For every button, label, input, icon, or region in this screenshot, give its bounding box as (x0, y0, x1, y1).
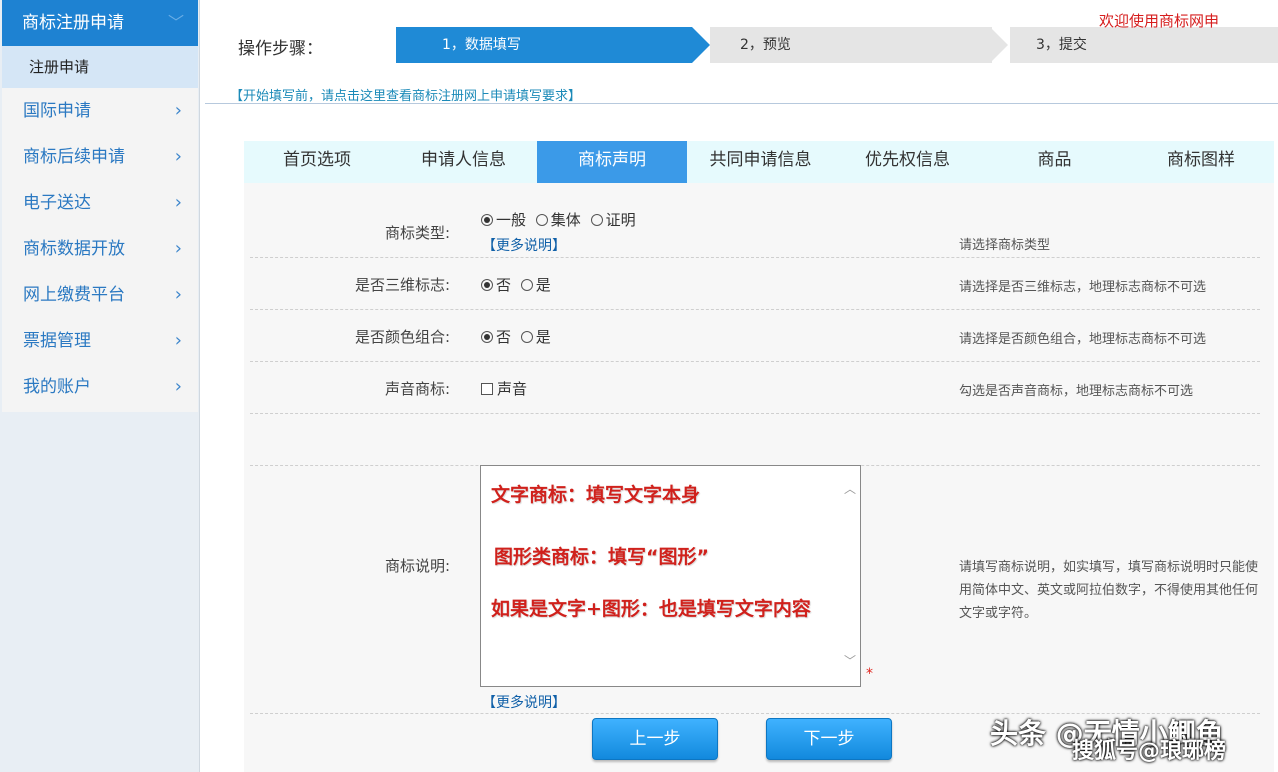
row-divider (250, 309, 1260, 310)
label-three-d: 是否三维标志: (354, 276, 450, 294)
three-d-options: 否 是 (481, 274, 556, 295)
trademark-type-options: 一般 集体 证明 (481, 209, 641, 230)
sidebar: 商标注册申请 ﹀ 注册申请 国际申请 › 商标后续申请 › 电子送达 › 商标数据开放… (0, 0, 200, 772)
label-color-combination: 是否颜色组合: (354, 328, 450, 346)
hint-trademark-type: 请选择商标类型 (959, 238, 1051, 253)
chevron-right-icon: › (174, 330, 182, 351)
chevron-right-icon: › (174, 238, 182, 259)
radio-icon (520, 279, 533, 291)
radio-type-collective[interactable]: 集体 (535, 209, 581, 230)
radio-selected-icon (481, 331, 493, 343)
row-divider (250, 413, 1260, 414)
sidebar-item-label: 商标数据开放 (23, 239, 125, 259)
sidebar-item-invoices[interactable]: 票据管理 › (2, 318, 198, 364)
tab-goods[interactable]: 商品 (981, 141, 1128, 183)
requirements-link[interactable]: 【开始填写前，请点击这里查看商标注册网上申请填写要求】 (230, 85, 581, 104)
tab-home-options[interactable]: 首页选项 (244, 141, 390, 183)
step-data-entry: 1，数据填写 (396, 27, 692, 63)
tab-joint-applicant[interactable]: 共同申请信息 (687, 141, 834, 183)
sidebar-item-label: 网上缴费平台 (23, 285, 125, 305)
tab-priority-info[interactable]: 优先权信息 (834, 141, 981, 183)
sidebar-item-label: 电子送达 (23, 193, 91, 213)
trademark-description-textarea[interactable]: 文字商标：填写文字本身 图形类商标：填写“图形” 如果是文字+图形：也是填写文字… (480, 465, 861, 687)
prev-step-button[interactable]: 上一步 (592, 718, 718, 760)
step-separator-shadow (990, 27, 1008, 63)
next-step-button[interactable]: 下一步 (766, 718, 892, 760)
radio-color-no[interactable]: 否 (481, 326, 511, 347)
radio-type-general[interactable]: 一般 (481, 209, 526, 230)
divider (205, 103, 1278, 104)
radio-three-d-yes[interactable]: 是 (520, 274, 551, 295)
sidebar-item-international[interactable]: 国际申请 › (2, 88, 198, 134)
radio-color-yes[interactable]: 是 (520, 326, 551, 347)
sound-checkbox[interactable]: 声音 (481, 378, 527, 399)
scroll-down-icon[interactable]: ﹀ (844, 652, 856, 669)
more-info-link-type[interactable]: 【更多说明】 (482, 235, 566, 255)
sidebar-item-e-delivery[interactable]: 电子送达 › (2, 180, 198, 226)
sidebar-section-label: 商标注册申请 (22, 13, 124, 33)
chevron-right-icon: › (174, 284, 182, 305)
sidebar-item-followup[interactable]: 商标后续申请 › (2, 134, 198, 180)
sidebar-item-payment[interactable]: 网上缴费平台 › (2, 272, 198, 318)
hint-trademark-description: 请填写商标说明，如实填写，填写商标说明时只能使用简体中文、英文或阿拉伯数字，不得… (959, 560, 1259, 621)
radio-selected-icon (481, 279, 493, 291)
label-trademark-description: 商标说明: (384, 557, 450, 575)
checkbox-icon (481, 383, 493, 395)
label-trademark-type: 商标类型: (384, 224, 450, 242)
radio-three-d-no[interactable]: 否 (481, 274, 511, 295)
sidebar-menu: 国际申请 › 商标后续申请 › 电子送达 › 商标数据开放 › 网上缴费平台 › 票据管理… (2, 88, 198, 412)
tab-trademark-declaration[interactable]: 商标声明 (537, 141, 687, 183)
chevron-right-icon: › (174, 100, 182, 121)
radio-selected-icon (481, 214, 493, 226)
description-line: 图形类商标：填写“图形” (494, 546, 709, 568)
watermark-sohu: 搜狐号@琅琊榜 (1072, 739, 1227, 764)
radio-icon (520, 331, 533, 343)
chevron-right-icon: › (174, 146, 182, 167)
sidebar-item-open-data[interactable]: 商标数据开放 › (2, 226, 198, 272)
step-arrow (692, 27, 710, 63)
more-info-link-description[interactable]: 【更多说明】 (482, 692, 566, 712)
scroll-up-icon[interactable]: ︿ (844, 480, 856, 497)
color-combination-options: 否 是 (481, 326, 556, 347)
row-divider (250, 257, 1260, 258)
tab-trademark-sample[interactable]: 商标图样 (1128, 141, 1274, 183)
sidebar-item-label: 票据管理 (23, 331, 91, 351)
description-line: 如果是文字+图形：也是填写文字内容 (491, 598, 811, 620)
label-sound-trademark: 声音商标: (384, 380, 450, 398)
step-submit: 3，提交 (1010, 27, 1278, 63)
radio-icon (535, 214, 548, 226)
description-line: 文字商标：填写文字本身 (491, 484, 701, 506)
required-mark: * (866, 666, 873, 682)
form-tabs: 首页选项 申请人信息 商标声明 共同申请信息 优先权信息 商品 商标图样 (244, 141, 1274, 183)
steps-label: 操作步骤： (238, 39, 323, 59)
sidebar-subitem-registration-application[interactable]: 注册申请 (2, 46, 198, 88)
chevron-right-icon: › (174, 376, 182, 397)
hint-color-combination: 请选择是否颜色组合，地理标志商标不可选 (959, 332, 1207, 347)
sidebar-section-trademark-registration[interactable]: 商标注册申请 ﹀ (2, 0, 198, 46)
radio-icon (590, 214, 603, 226)
sidebar-item-label: 国际申请 (23, 101, 91, 121)
row-divider (250, 361, 1260, 362)
radio-type-certification[interactable]: 证明 (590, 209, 636, 230)
sidebar-item-account[interactable]: 我的账户 › (2, 364, 198, 410)
chevron-down-icon: ﹀ (167, 13, 184, 32)
sidebar-item-label: 我的账户 (23, 377, 91, 397)
welcome-text: 欢迎使用商标网申 (1099, 12, 1220, 30)
step-preview: 2，预览 (710, 27, 992, 63)
tab-applicant-info[interactable]: 申请人信息 (390, 141, 537, 183)
hint-three-d: 请选择是否三维标志，地理标志商标不可选 (959, 280, 1207, 295)
sidebar-item-label: 商标后续申请 (23, 147, 125, 167)
hint-sound-trademark: 勾选是否声音商标，地理标志商标不可选 (959, 384, 1194, 399)
chevron-right-icon: › (174, 192, 182, 213)
